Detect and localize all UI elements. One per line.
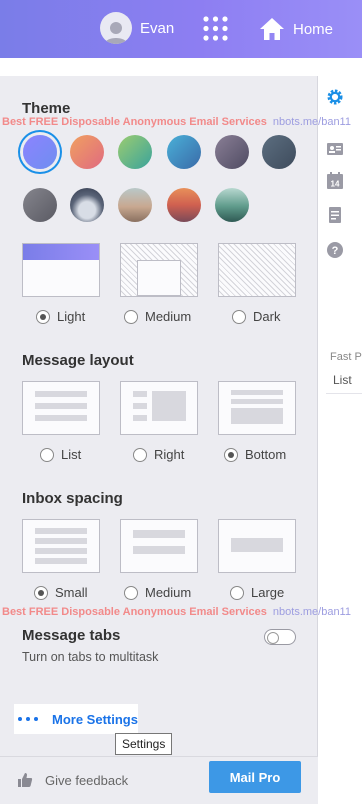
theme-swatch-purple[interactable] — [23, 135, 57, 169]
message-tabs-toggle[interactable] — [264, 629, 296, 645]
spacing-medium-label: Medium — [145, 585, 192, 600]
layout-bottom-preview[interactable] — [218, 381, 296, 435]
help-icon[interactable]: ? — [326, 241, 344, 259]
spacing-large-preview[interactable] — [218, 519, 296, 573]
theme-dark-label: Dark — [253, 309, 281, 324]
fast-preview-section: Fast P List — [326, 346, 362, 394]
message-tabs-description: Turn on tabs to multitask — [22, 650, 159, 664]
watermark-url: nbots.me/ban11 — [272, 116, 351, 128]
theme-swatch-cloudy-sky[interactable] — [70, 188, 104, 222]
watermark-text: Best FREE Disposable Anonymous Email Ser… — [2, 116, 267, 128]
theme-swatch-beach[interactable] — [118, 188, 152, 222]
layout-right-preview[interactable] — [120, 381, 198, 435]
svg-text:14: 14 — [331, 180, 340, 189]
layout-bottom-label: Bottom — [245, 447, 287, 462]
right-rail: 14 ? — [318, 58, 362, 804]
home-icon — [260, 18, 284, 40]
spacing-small-preview[interactable] — [22, 519, 100, 573]
give-feedback-link[interactable]: Give feedback — [17, 772, 128, 788]
user-icon — [105, 22, 127, 44]
theme-light-option[interactable]: Light — [36, 309, 85, 324]
theme-dark-radio[interactable] — [232, 309, 246, 324]
top-header: Evan Home — [0, 0, 362, 58]
user-name: Evan — [140, 19, 175, 37]
theme-light-preview[interactable] — [22, 243, 100, 297]
spacing-large-option[interactable]: Large — [230, 585, 284, 600]
message-layout-title: Message layout — [22, 352, 134, 369]
theme-title: Theme — [22, 100, 71, 117]
layout-bottom-radio[interactable] — [224, 447, 238, 462]
settings-panel: Theme Best FREE Disposable Anonymous Ema… — [0, 76, 351, 804]
theme-light-label: Light — [57, 309, 86, 324]
spacing-medium-radio[interactable] — [124, 585, 138, 600]
layout-list-label: List — [61, 447, 82, 462]
message-tabs-title: Message tabs — [22, 627, 121, 644]
settings-tooltip: Settings — [115, 733, 173, 755]
thumbs-up-icon — [18, 773, 33, 787]
gear-icon[interactable] — [326, 88, 344, 106]
contact-card-icon[interactable] — [326, 140, 344, 158]
spacing-small-label: Small — [55, 585, 88, 600]
layout-right-label: Right — [154, 447, 185, 462]
spacing-large-label: Large — [251, 585, 285, 600]
watermark-top: Best FREE Disposable Anonymous Email Ser… — [2, 116, 351, 128]
notepad-icon[interactable] — [326, 206, 344, 224]
user-profile[interactable]: Evan — [100, 12, 174, 44]
layout-bottom-option[interactable]: Bottom — [224, 447, 286, 462]
spacing-small-radio[interactable] — [34, 585, 48, 600]
theme-swatch-sunset[interactable] — [167, 188, 201, 222]
watermark-text: Best FREE Disposable Anonymous Email Ser… — [2, 606, 267, 618]
theme-dark-option[interactable]: Dark — [232, 309, 280, 324]
svg-text:?: ? — [332, 245, 339, 257]
spacing-large-radio[interactable] — [230, 585, 244, 600]
home-label: Home — [293, 20, 334, 38]
watermark-url: nbots.me/ban11 — [272, 606, 351, 618]
mail-pro-button[interactable]: Mail Pro — [209, 761, 301, 793]
theme-swatch-gray[interactable] — [23, 188, 57, 222]
theme-swatch-orange-pink[interactable] — [70, 135, 104, 169]
theme-medium-radio[interactable] — [124, 309, 138, 324]
layout-right-option[interactable]: Right — [133, 447, 184, 462]
inbox-spacing-title: Inbox spacing — [22, 490, 123, 507]
spacing-small-option[interactable]: Small — [34, 585, 88, 600]
layout-list-option[interactable]: List — [40, 447, 81, 462]
apps-grid-icon[interactable] — [203, 16, 228, 41]
fast-preview-title: Fast P — [330, 351, 362, 363]
watermark-bottom: Best FREE Disposable Anonymous Email Ser… — [2, 606, 351, 618]
theme-medium-option[interactable]: Medium — [124, 309, 191, 324]
more-settings-label: More Settings — [52, 711, 138, 727]
theme-dark-preview[interactable] — [218, 243, 296, 297]
theme-swatch-slate[interactable] — [262, 135, 296, 169]
layout-list-preview[interactable] — [22, 381, 100, 435]
settings-footer: Give feedback Mail Pro — [0, 756, 318, 804]
theme-swatch-mountain[interactable] — [215, 188, 249, 222]
theme-medium-label: Medium — [145, 309, 192, 324]
theme-swatch-green[interactable] — [118, 135, 152, 169]
calendar-icon[interactable]: 14 — [326, 172, 344, 190]
theme-medium-preview[interactable] — [120, 243, 198, 297]
spacing-medium-option[interactable]: Medium — [124, 585, 191, 600]
layout-list-radio[interactable] — [40, 447, 54, 462]
home-button[interactable]: Home — [259, 14, 333, 44]
fast-preview-list[interactable]: List — [333, 373, 352, 387]
theme-swatch-dusk-purple[interactable] — [215, 135, 249, 169]
theme-swatch-teal-blue[interactable] — [167, 135, 201, 169]
layout-right-radio[interactable] — [133, 447, 147, 462]
theme-light-radio[interactable] — [36, 309, 50, 324]
give-feedback-label: Give feedback — [45, 772, 129, 788]
spacing-medium-preview[interactable] — [120, 519, 198, 573]
more-dots-icon — [18, 717, 38, 721]
more-settings-link[interactable]: More Settings — [14, 704, 138, 734]
avatar — [100, 12, 132, 44]
